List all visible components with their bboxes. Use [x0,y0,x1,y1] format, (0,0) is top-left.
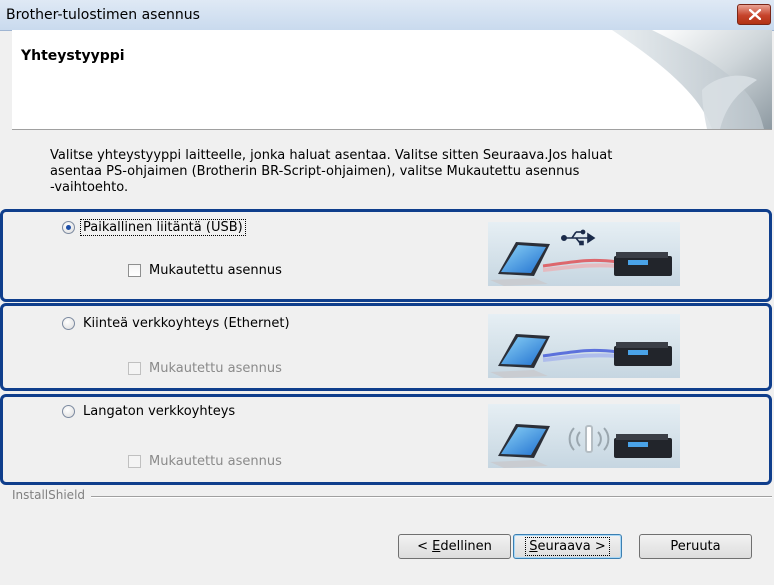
cancel-button[interactable]: Peruuta [639,534,752,559]
page-title: Yhteystyyppi [21,48,125,64]
next-accelerator: S [529,539,538,554]
radio-ethernet[interactable]: Kiinteä verkkoyhteys (Ethernet) [62,316,292,331]
intro-line: asentaa PS-ohjaimen (Brotherin BR-Script… [50,164,580,179]
radio-wireless[interactable]: Langaton verkkoyhteys [62,404,237,419]
next-rest: euraava > [537,539,606,554]
installshield-separator: InstallShield [12,488,772,502]
checkbox-custom-wireless [128,455,141,468]
radio-button-usb[interactable] [62,221,75,234]
intro-text: Valitse yhteystyyppi laitteelle, jonka h… [50,148,710,196]
back-prefix: < [417,539,433,554]
close-button[interactable] [737,4,771,25]
custom-install-usb[interactable]: Mukautettu asennus [128,263,282,278]
page-curl-graphic [612,30,772,129]
custom-install-wireless: Mukautettu asennus [128,454,282,469]
radio-button-ethernet[interactable] [62,317,75,330]
radio-label-wireless[interactable]: Langaton verkkoyhteys [81,404,237,419]
installer-window: Brother-tulostimen asennus Yhteystyyppi [0,0,774,585]
checkbox-label-wireless: Mukautettu asennus [149,454,282,469]
radio-button-wireless[interactable] [62,405,75,418]
radio-usb[interactable]: Paikallinen liitäntä (USB) [62,219,246,236]
back-button[interactable]: < Edellinen [398,534,511,559]
close-icon [749,9,761,20]
separator-line [12,496,772,498]
checkbox-custom-ethernet [128,362,141,375]
ethernet-connection-illustration [488,314,680,378]
back-rest: dellinen [440,539,492,554]
installshield-label: InstallShield [12,488,92,502]
intro-line: Valitse yhteystyyppi laitteelle, jonka h… [50,148,613,163]
cancel-button-label: Peruuta [670,539,721,554]
checkbox-label-ethernet: Mukautettu asennus [149,361,282,376]
next-button[interactable]: Seuraava > [513,534,622,559]
custom-install-ethernet: Mukautettu asennus [128,361,282,376]
intro-line: -vaihtoehto. [50,180,129,195]
header-panel: Yhteystyyppi [12,30,772,130]
title-bar: Brother-tulostimen asennus [0,0,774,31]
window-title: Brother-tulostimen asennus [6,7,200,23]
checkbox-custom-usb[interactable] [128,264,141,277]
back-button-label: < Edellinen [414,538,495,555]
radio-label-usb[interactable]: Paikallinen liitäntä (USB) [80,219,246,236]
usb-connection-illustration [488,222,680,286]
wireless-connection-illustration [488,404,680,468]
next-button-label: Seuraava > [525,537,610,556]
checkbox-label-usb[interactable]: Mukautettu asennus [149,263,282,278]
radio-label-ethernet[interactable]: Kiinteä verkkoyhteys (Ethernet) [81,316,292,331]
